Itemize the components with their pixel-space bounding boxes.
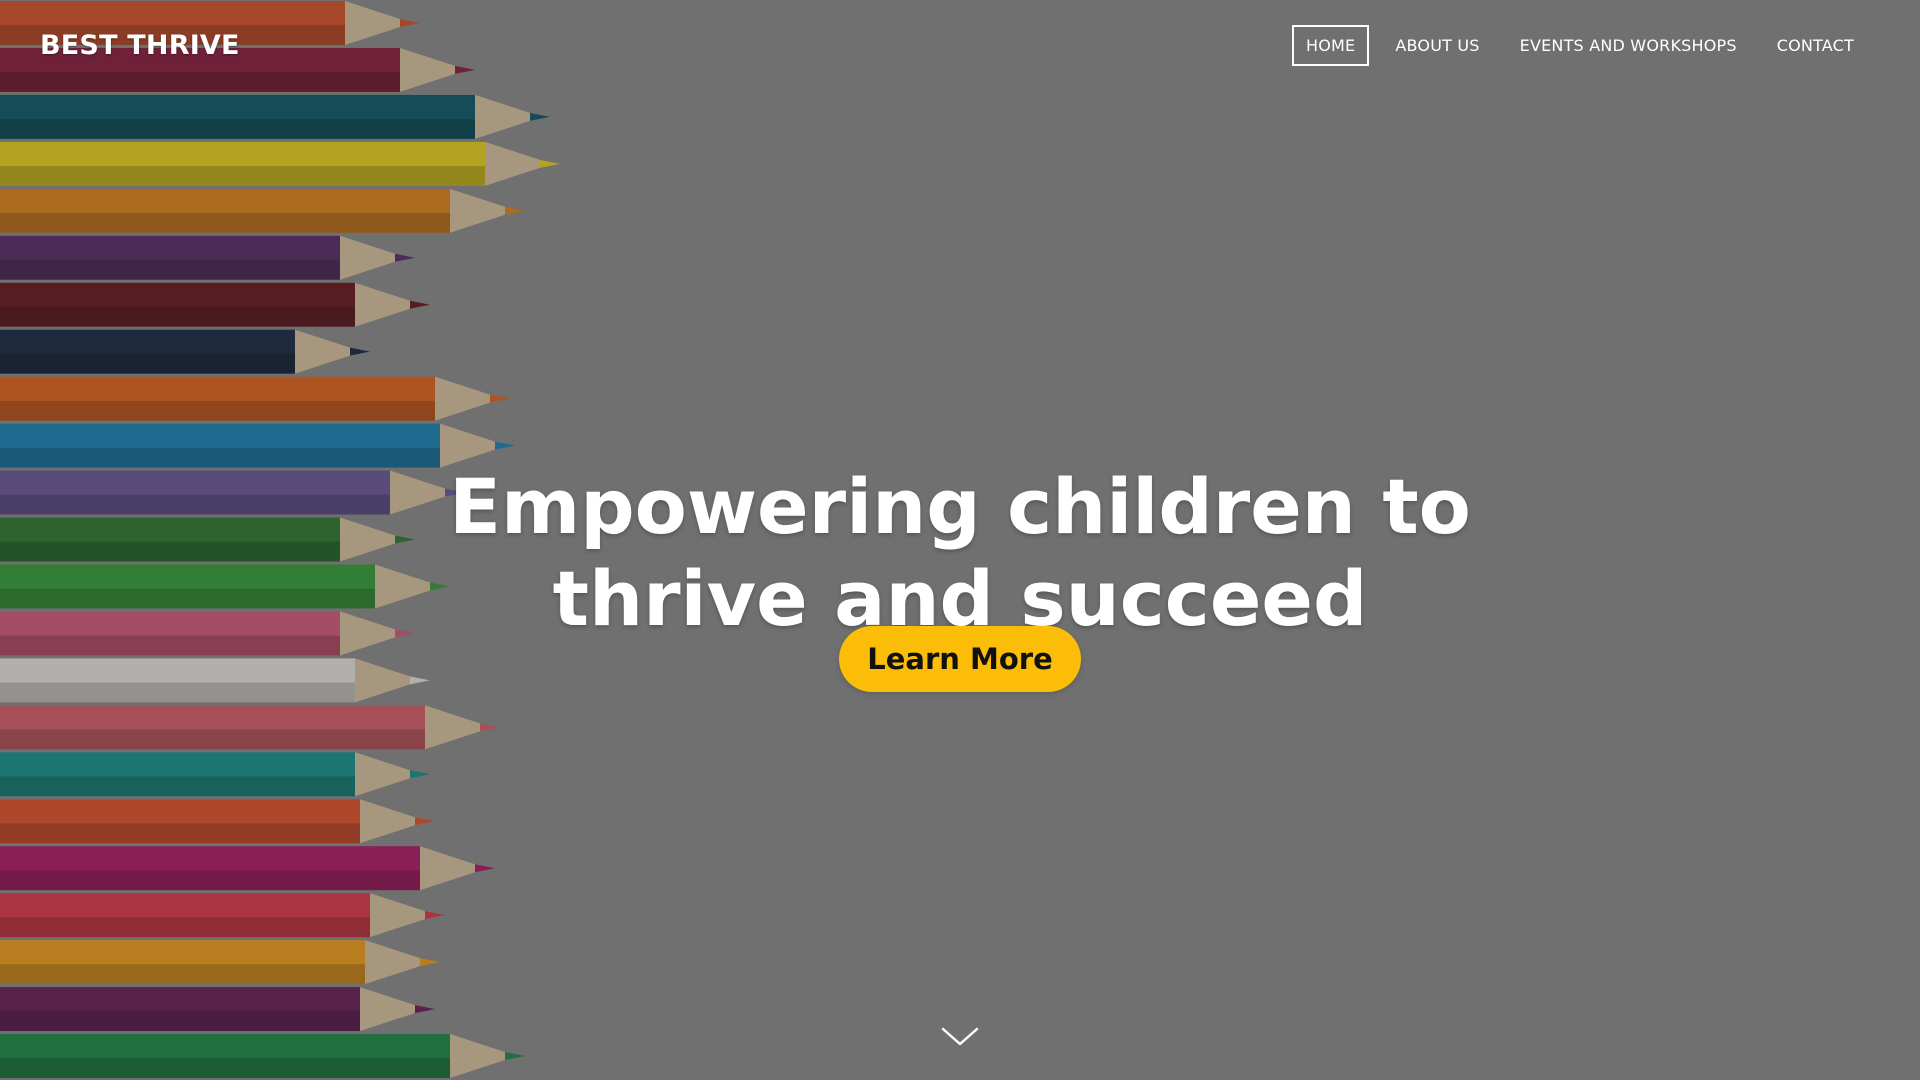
hero-section: BEST THRIVE HOME ABOUT US EVENTS AND WOR… bbox=[0, 0, 1920, 1080]
site-brand-logo[interactable]: BEST THRIVE bbox=[40, 30, 240, 61]
nav-item-events-and-workshops[interactable]: EVENTS AND WORKSHOPS bbox=[1506, 25, 1751, 66]
hero-headline-line-1: Empowering children to bbox=[449, 461, 1471, 551]
learn-more-button[interactable]: Learn More bbox=[839, 626, 1081, 692]
hero-headline: Empowering children to thrive and succee… bbox=[0, 461, 1920, 645]
chevron-down-icon[interactable] bbox=[940, 1024, 980, 1050]
nav-item-about-us[interactable]: ABOUT US bbox=[1381, 25, 1493, 66]
top-navigation-bar: BEST THRIVE HOME ABOUT US EVENTS AND WOR… bbox=[0, 0, 1920, 92]
nav-item-home[interactable]: HOME bbox=[1292, 25, 1370, 66]
main-nav: HOME ABOUT US EVENTS AND WORKSHOPS CONTA… bbox=[1280, 25, 1868, 66]
nav-item-contact[interactable]: CONTACT bbox=[1763, 25, 1868, 66]
